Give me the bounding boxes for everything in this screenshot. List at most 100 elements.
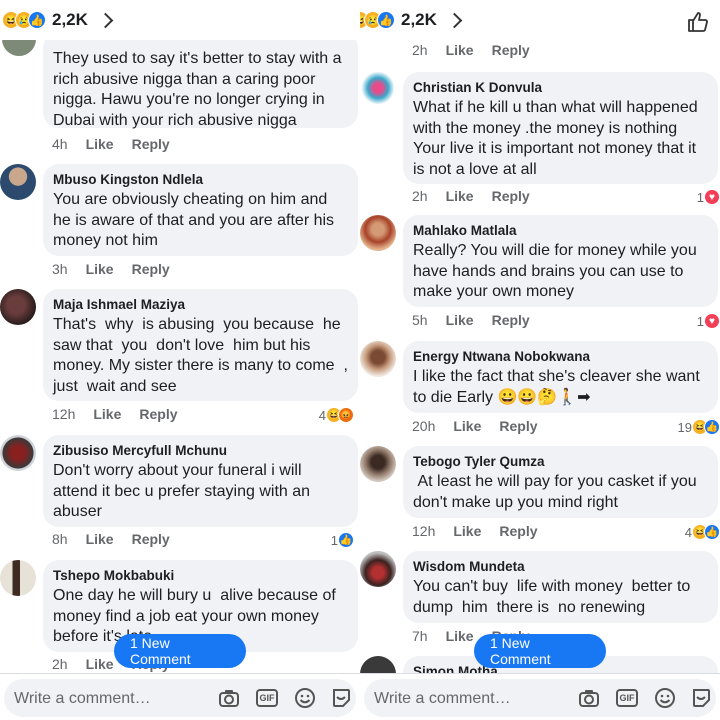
avatar[interactable] xyxy=(360,341,396,377)
reply-button[interactable]: Reply xyxy=(492,42,530,58)
comment-author[interactable]: Maja Ishmael Maziya xyxy=(53,296,348,313)
like-button[interactable]: Like xyxy=(86,261,114,277)
chevron-right-icon[interactable] xyxy=(446,12,463,28)
comment-time: 2h xyxy=(412,188,428,204)
thumbs-up-outline-icon[interactable] xyxy=(686,10,710,34)
reaction-count: 1 xyxy=(696,313,704,329)
reactions-summary[interactable]: 👍 😆 😢 👍 2,2K xyxy=(360,10,463,30)
comment-text: You are obviously cheating on him and he… xyxy=(53,191,339,249)
avatar[interactable] xyxy=(360,446,396,482)
comment-reactions[interactable]: 1 👍 xyxy=(331,532,354,548)
avatar[interactable] xyxy=(0,435,36,471)
camera-icon[interactable] xyxy=(218,687,240,709)
emoji-icon[interactable] xyxy=(654,687,676,709)
comment-meta: 2h Like Reply xyxy=(412,188,548,204)
reply-button[interactable]: Reply xyxy=(499,418,537,434)
reaction-count: 4 xyxy=(684,524,692,540)
comment-composer: GIF xyxy=(360,673,720,720)
comment-reactions[interactable]: 19 😆 👍 xyxy=(678,419,720,435)
comment-bubble: They used to say it's better to stay wit… xyxy=(43,32,358,129)
reply-button[interactable]: Reply xyxy=(139,406,177,422)
left-comments-panel: 😆 😢 👍 2,2K They used to say it's better … xyxy=(0,0,360,720)
comment-time: 2h xyxy=(52,656,68,672)
right-comments-panel: 👍 😆 😢 👍 2,2K 2h Like Reply Christian K D… xyxy=(360,0,720,720)
like-button[interactable]: Like xyxy=(86,656,114,672)
comment-time: 4h xyxy=(52,136,68,152)
comment-time: 2h xyxy=(412,42,428,58)
avatar[interactable] xyxy=(360,70,396,106)
comment-time: 3h xyxy=(52,261,68,277)
reply-button[interactable]: Reply xyxy=(132,261,170,277)
comment-input-box: GIF xyxy=(4,679,356,717)
gif-icon[interactable]: GIF xyxy=(616,689,638,707)
reply-button[interactable]: Reply xyxy=(499,523,537,539)
avatar[interactable] xyxy=(0,164,36,200)
gif-icon[interactable]: GIF xyxy=(256,689,278,707)
comment-bubble: Tebogo Tyler Qumza At least he will pay … xyxy=(403,446,718,518)
new-comment-button[interactable]: 1 New Comment xyxy=(114,634,246,668)
comment-input[interactable] xyxy=(12,686,206,712)
like-button[interactable]: Like xyxy=(446,188,474,204)
comment-meta: 4h Like Reply xyxy=(52,136,188,152)
comment-time: 12h xyxy=(412,523,436,539)
avatar[interactable] xyxy=(0,560,36,596)
like-icon: 👍 xyxy=(704,419,720,435)
avatar[interactable] xyxy=(0,289,36,325)
avatar[interactable] xyxy=(360,215,396,251)
comment-bubble: Wisdom Mundeta You can't buy life with m… xyxy=(403,551,718,623)
like-button[interactable]: Like xyxy=(446,42,474,58)
like-button[interactable]: Like xyxy=(446,312,474,328)
reaction-count: 19 xyxy=(677,419,692,435)
comment-bubble: Mahlako Matlala Really? You will die for… xyxy=(403,215,718,307)
comment-author[interactable]: Mbuso Kingston Ndlela xyxy=(53,171,348,188)
reactions-summary[interactable]: 😆 😢 👍 2,2K xyxy=(2,10,114,30)
comment-reactions[interactable]: 4 😆 😡 xyxy=(319,407,354,423)
like-icon: 👍 xyxy=(28,11,46,29)
like-button[interactable]: Like xyxy=(453,523,481,539)
reaction-count: 2,2K xyxy=(401,10,437,29)
reactions-header: 😆 😢 👍 2,2K xyxy=(0,0,360,40)
chevron-right-icon[interactable] xyxy=(97,12,114,28)
like-button[interactable]: Like xyxy=(86,136,114,152)
reply-button[interactable]: Reply xyxy=(132,136,170,152)
new-comment-button[interactable]: 1 New Comment xyxy=(474,634,606,668)
love-icon: ♥ xyxy=(704,313,720,329)
comment-reactions[interactable]: 1 ♥ xyxy=(697,313,720,329)
like-button[interactable]: Like xyxy=(453,418,481,434)
like-icon: 👍 xyxy=(377,11,395,29)
comment-author[interactable]: Zibusiso Mercyfull Mchunu xyxy=(53,442,348,459)
angry-icon: 😡 xyxy=(338,407,354,423)
comment-author[interactable]: Tebogo Tyler Qumza xyxy=(413,453,708,470)
emoji-icon[interactable] xyxy=(294,687,316,709)
reply-button[interactable]: Reply xyxy=(132,531,170,547)
comment-time: 7h xyxy=(412,628,428,644)
comment-text: Really? You will die for money while you… xyxy=(413,242,702,300)
comment-reactions[interactable]: 4 😆 👍 xyxy=(685,524,720,540)
like-button[interactable]: Like xyxy=(446,628,474,644)
reaction-count: 1 xyxy=(696,189,704,205)
sticker-icon[interactable] xyxy=(330,687,352,709)
comment-author[interactable]: Mahlako Matlala xyxy=(413,222,708,239)
comment-text: Don't worry about your funeral i will at… xyxy=(53,462,315,520)
like-button[interactable]: Like xyxy=(86,531,114,547)
comment-meta: 8h Like Reply xyxy=(52,531,188,547)
comment-meta: 12h Like Reply xyxy=(52,406,196,422)
like-icon: 👍 xyxy=(338,532,354,548)
like-button[interactable]: Like xyxy=(93,406,121,422)
comment-reactions[interactable]: 1 ♥ xyxy=(697,189,720,205)
comment-input[interactable] xyxy=(372,686,566,712)
comment-author[interactable]: Energy Ntwana Nobokwana xyxy=(413,348,708,365)
reply-button[interactable]: Reply xyxy=(492,312,530,328)
reply-button[interactable]: Reply xyxy=(492,188,530,204)
comment-author[interactable]: Christian K Donvula xyxy=(413,79,708,96)
avatar[interactable] xyxy=(360,551,396,587)
comment-bubble: Energy Ntwana Nobokwana I like the fact … xyxy=(403,341,718,413)
comment-author[interactable]: Tshepo Mokbabuki xyxy=(53,567,348,584)
comment-author[interactable]: Wisdom Mundeta xyxy=(413,558,708,575)
camera-icon[interactable] xyxy=(578,687,600,709)
reaction-count: 2,2K xyxy=(52,10,88,29)
sticker-icon[interactable] xyxy=(690,687,712,709)
comment-bubble: Christian K Donvula What if he kill u th… xyxy=(403,72,718,184)
comment-time: 5h xyxy=(412,312,428,328)
love-icon: ♥ xyxy=(704,189,720,205)
